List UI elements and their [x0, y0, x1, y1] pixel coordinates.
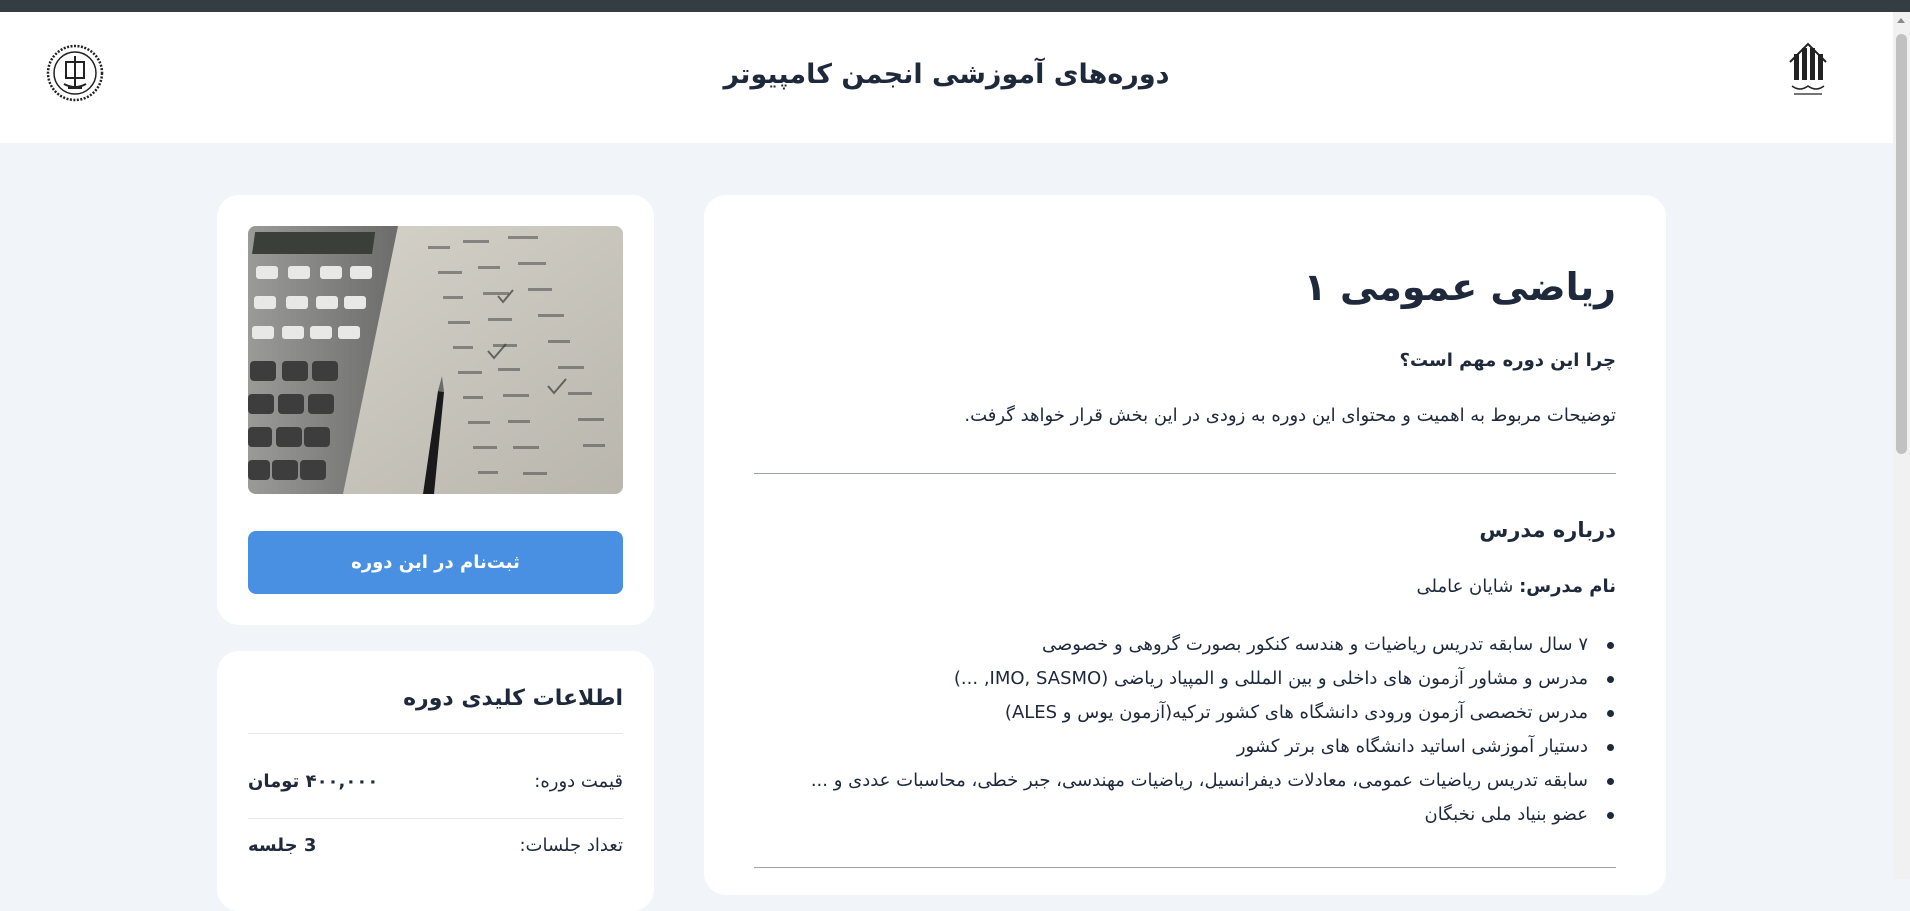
instructor-line: نام مدرس: شایان عاملی: [1417, 576, 1617, 597]
course-details-card: ریاضی عمومی ۱ چرا این دوره مهم است؟ توضی…: [704, 195, 1666, 895]
key-info-card: اطلاعات کلیدی دوره قیمت دوره: ۴۰۰,۰۰۰ تو…: [217, 651, 654, 911]
enroll-button[interactable]: ثبت‌نام در این دوره: [248, 531, 623, 594]
sessions-row: تعداد جلسات: 3 جلسه: [248, 835, 623, 865]
list-item: دستیار آموزشی اساتید دانشگاه های برتر کش…: [754, 730, 1616, 764]
sessions-value: 3 جلسه: [248, 835, 317, 856]
list-item: مدرس تخصصی آزمون ورودی دانشگاه های کشور …: [754, 696, 1616, 730]
price-value: ۴۰۰,۰۰۰ تومان: [248, 771, 379, 792]
scrollbar-thumb[interactable]: [1896, 34, 1907, 454]
course-image: [248, 226, 623, 494]
section-divider-bottom: [754, 867, 1616, 868]
key-info-title: اطلاعات کلیدی دوره: [403, 686, 623, 711]
price-label: قیمت دوره:: [534, 771, 623, 792]
instructor-label: نام مدرس:: [1519, 576, 1616, 597]
instructor-credentials-list: ۷ سال سابقه تدریس ریاضیات و هندسه کنکور …: [754, 628, 1616, 832]
about-instructor-heading: درباره مدرس: [1479, 518, 1616, 542]
list-item: عضو بنیاد ملی نخبگان: [754, 798, 1616, 832]
list-item: سابقه تدریس ریاضیات عمومی، معادلات دیفرا…: [754, 764, 1616, 798]
why-heading: چرا این دوره مهم است؟: [1399, 350, 1616, 371]
info-row-divider: [248, 818, 623, 819]
calculator-and-pen-image: [248, 226, 623, 494]
section-divider: [754, 473, 1616, 474]
page-scrollbar[interactable]: [1893, 12, 1910, 879]
list-item: ۷ سال سابقه تدریس ریاضیات و هندسه کنکور …: [754, 628, 1616, 662]
key-info-divider: [248, 733, 623, 734]
instructor-name: شایان عاملی: [1416, 576, 1514, 597]
scroll-up-arrow-icon[interactable]: [1897, 18, 1905, 23]
why-description: توضیحات مربوط به اهمیت و محتوای این دوره…: [964, 405, 1616, 426]
price-row: قیمت دوره: ۴۰۰,۰۰۰ تومان: [248, 771, 623, 801]
browser-top-strip: [0, 0, 1910, 12]
course-title: ریاضی عمومی ۱: [1303, 265, 1616, 309]
university-logo-icon[interactable]: [1784, 42, 1832, 102]
sessions-label: تعداد جلسات:: [519, 835, 623, 856]
site-header: دوره‌های آموزشی انجمن کامپیوتر: [0, 12, 1893, 143]
course-media-card: ثبت‌نام در این دوره: [217, 195, 654, 625]
site-title: دوره‌های آموزشی انجمن کامپیوتر: [723, 59, 1170, 90]
list-item: مدرس و مشاور آزمون های داخلی و بین الملل…: [754, 662, 1616, 696]
